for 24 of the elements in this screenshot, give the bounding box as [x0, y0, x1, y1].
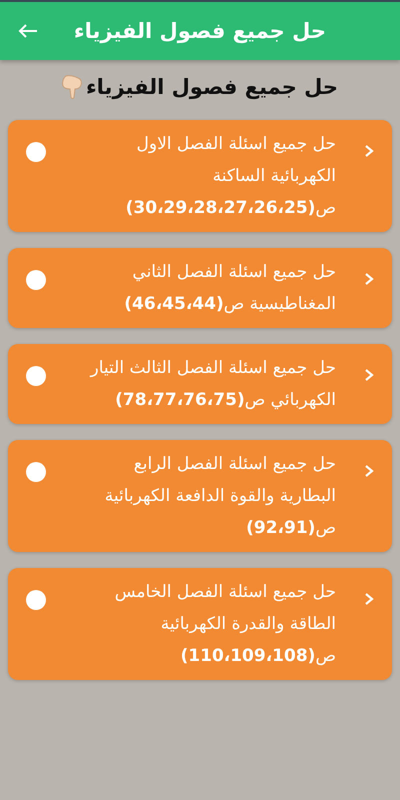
chapter-card[interactable]: حل جميع اسئلة الفصل الاول الكهربائية الساكنة ص(30،29،28،27،26،25): [8, 120, 392, 232]
chapter-title: حل جميع اسئلة الفصل الثالث التيار الكهربائي ص(78،77،76،75): [88, 357, 337, 412]
chapter-card[interactable]: حل جميع اسئلة الفصل الثاني المغناطيسية ص(46،45،44): [8, 248, 392, 328]
dot-icon: [26, 366, 46, 386]
chevron-icon: [364, 592, 374, 606]
dot-icon: [26, 590, 46, 610]
chapter-card[interactable]: حل جميع اسئلة الفصل الرابع البطارية والقوة الدافعة الكهربائية ص(92،91): [8, 440, 392, 552]
chapter-card[interactable]: حل جميع اسئلة الفصل الخامس الطاقة والقدرة الكهربائية ص(110،109،108): [8, 568, 392, 680]
dot-icon: [26, 142, 46, 162]
chevron-icon: [364, 464, 374, 478]
dot-icon: [26, 462, 46, 482]
chapter-title: حل جميع اسئلة الفصل الثاني المغناطيسية ص(46،45،44): [123, 261, 337, 316]
chapter-title: حل جميع اسئلة الفصل الرابع البطارية والقوة الدافعة الكهربائية ص(92،91): [104, 453, 337, 540]
pointing-hand-icon: [62, 74, 84, 100]
page-heading: حل جميع فصول الفيزياء: [86, 75, 338, 99]
chevron-icon: [364, 368, 374, 382]
chevron-icon: [364, 272, 374, 286]
app-bar-title: حل جميع فصول الفيزياء: [74, 19, 326, 43]
chapter-title: حل جميع اسئلة الفصل الخامس الطاقة والقدرة الكهربائية ص(110،109،108): [114, 581, 337, 668]
dot-icon: [26, 270, 46, 290]
chevron-icon: [364, 144, 374, 158]
chapter-card[interactable]: حل جميع اسئلة الفصل الثالث التيار الكهربائي ص(78،77،76،75): [8, 344, 392, 424]
chapter-title: حل جميع اسئلة الفصل الاول الكهربائية الساكنة ص(30،29،28،27،26،25): [124, 133, 337, 220]
back-arrow-icon[interactable]: [18, 23, 38, 39]
